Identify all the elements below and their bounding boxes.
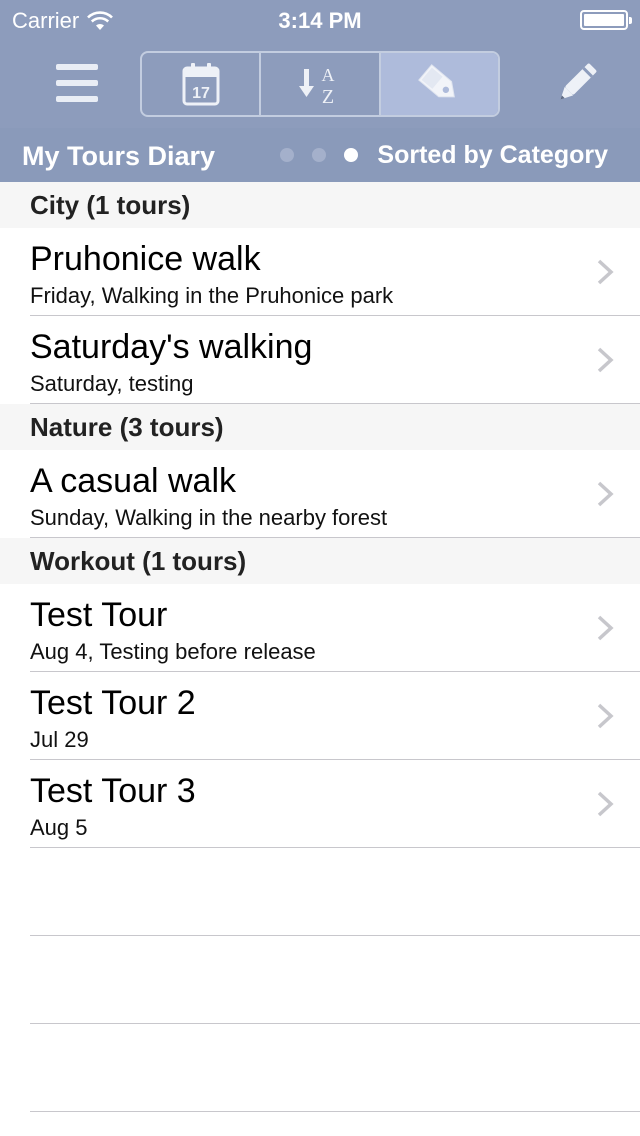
tour-title: Pruhonice walk: [30, 240, 261, 278]
chevron-right-icon: [597, 347, 614, 373]
tour-subtitle: Saturday, testing: [30, 371, 194, 396]
chevron-right-icon: [597, 481, 614, 507]
tour-subtitle: Friday, Walking in the Pruhonice park: [30, 283, 394, 308]
title-bar: My Tours Diary Sorted by Category: [0, 128, 640, 182]
svg-text:17: 17: [192, 85, 210, 102]
list-item[interactable]: Pruhonice walk Friday, Walking in the Pr…: [30, 228, 640, 316]
tour-title: Test Tour 3: [30, 772, 196, 810]
tour-subtitle: Aug 4, Testing before release: [30, 639, 316, 664]
list-item[interactable]: Saturday's walking Saturday, testing: [30, 316, 640, 404]
svg-text:A: A: [321, 65, 334, 85]
chevron-right-icon: [597, 259, 614, 285]
section-header-workout: Workout (1 tours): [0, 538, 640, 584]
battery-icon: [580, 10, 632, 30]
tour-title: Test Tour: [30, 596, 168, 634]
tag-icon: [418, 64, 456, 98]
segment-sort-alpha[interactable]: A Z: [261, 53, 381, 115]
tour-subtitle: Aug 5: [30, 815, 88, 840]
top-bar: Carrier 3:14 PM 17 A Z: [0, 0, 640, 128]
tour-subtitle: Sunday, Walking in the nearby forest: [30, 505, 388, 530]
calendar-icon: 17: [182, 63, 220, 106]
tour-subtitle: Jul 29: [30, 727, 89, 752]
segment-calendar[interactable]: 17: [142, 53, 262, 115]
chevron-right-icon: [597, 791, 614, 817]
sort-label: Sorted by Category: [377, 141, 608, 169]
section-header-nature: Nature (3 tours): [0, 404, 640, 450]
svg-text:Z: Z: [322, 86, 334, 107]
tour-title: A casual walk: [30, 462, 236, 500]
tour-title: Test Tour 2: [30, 684, 196, 722]
sort-alpha-icon: A Z: [298, 65, 334, 107]
list-item[interactable]: Test Tour 3 Aug 5: [30, 760, 640, 848]
page-dot: [280, 148, 294, 162]
section-header-city: City (1 tours): [0, 182, 640, 228]
chevron-right-icon: [597, 615, 614, 641]
list-item[interactable]: Test Tour Aug 4, Testing before release: [30, 584, 640, 672]
list-item[interactable]: Test Tour 2 Jul 29: [30, 672, 640, 760]
chevron-right-icon: [597, 703, 614, 729]
menu-button[interactable]: [52, 60, 102, 106]
page-title: My Tours Diary: [22, 141, 216, 171]
empty-row: [30, 848, 640, 936]
tour-list: City (1 tours) Pruhonice walk Friday, Wa…: [0, 182, 640, 1112]
pencil-icon: [560, 63, 597, 100]
segment-category[interactable]: [380, 53, 498, 115]
page-indicator[interactable]: [280, 148, 358, 162]
edit-button[interactable]: [550, 58, 602, 110]
status-bar: Carrier 3:14 PM: [0, 0, 640, 40]
empty-row: [30, 936, 640, 1024]
list-item[interactable]: A casual walk Sunday, Walking in the nea…: [30, 450, 640, 538]
page-dot: [312, 148, 326, 162]
empty-row: [30, 1024, 640, 1112]
page-dot-active: [344, 148, 358, 162]
toolbar: 17 A Z: [0, 40, 640, 128]
view-segmented-control: 17 A Z: [140, 51, 500, 117]
tour-title: Saturday's walking: [30, 328, 313, 366]
clock: 3:14 PM: [278, 8, 362, 33]
